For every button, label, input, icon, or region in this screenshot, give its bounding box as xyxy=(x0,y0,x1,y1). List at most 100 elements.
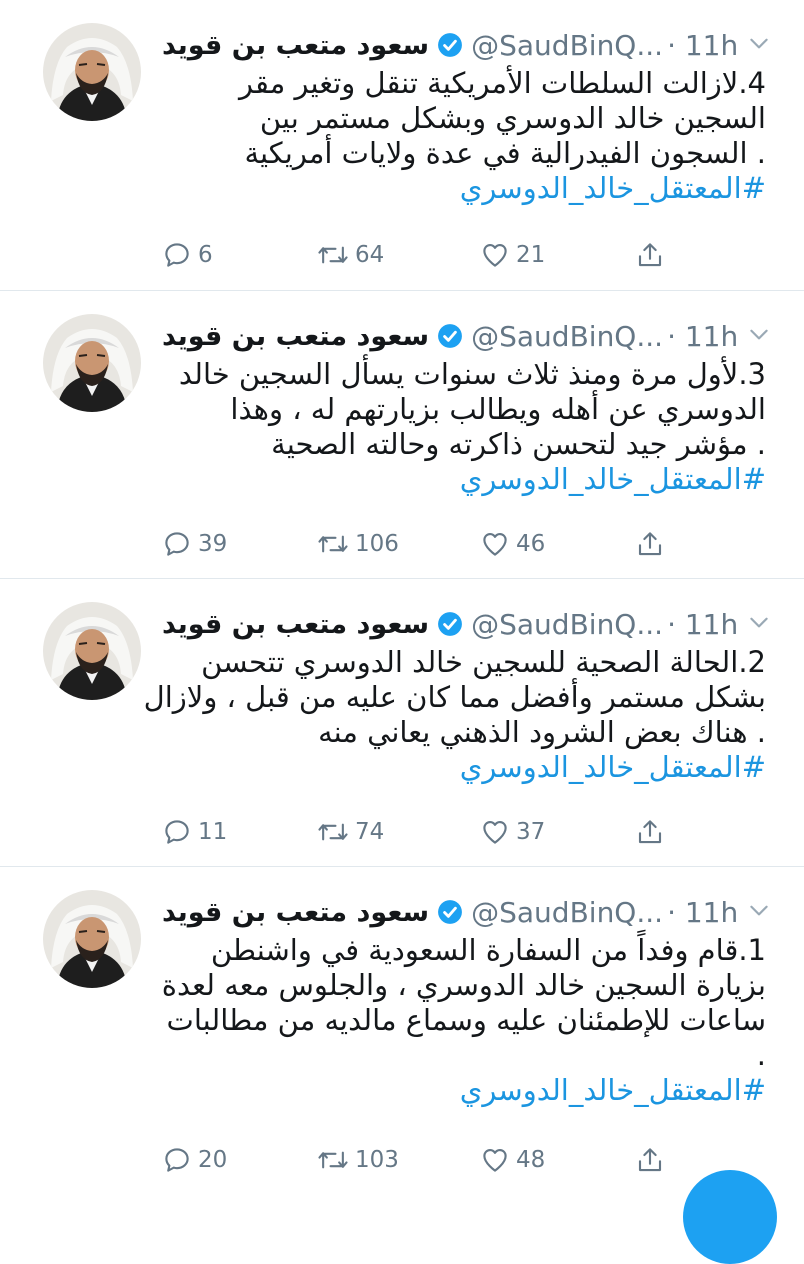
retweet-button[interactable]: 64 xyxy=(317,235,384,275)
heart-icon xyxy=(483,532,507,556)
hashtag-link[interactable]: #المعتقل_خالد_الدوسري xyxy=(162,750,766,785)
author-handle[interactable]: @SaudBinQ... xyxy=(471,608,663,641)
tweet-timestamp[interactable]: · 11h xyxy=(667,29,738,62)
tweet-text-line: 3.لأول مرة ومنذ ثلاث سنوات يسأل السجين خ… xyxy=(178,357,766,391)
reply-icon xyxy=(165,243,189,267)
verified-badge-icon xyxy=(438,33,463,57)
avatar[interactable] xyxy=(43,890,141,988)
retweet-button[interactable]: 103 xyxy=(317,1140,399,1180)
heart-icon xyxy=(483,1148,507,1172)
tweet-text-line: ساعات للإطمئنان عليه وسماع مالديه من مطا… xyxy=(166,1003,766,1037)
hashtag-link[interactable]: #المعتقل_خالد_الدوسري xyxy=(162,462,766,497)
avatar[interactable] xyxy=(43,314,141,412)
like-count: 21 xyxy=(516,242,546,268)
reply-icon xyxy=(165,532,189,556)
heart-icon xyxy=(483,820,507,844)
tweet-card[interactable]: سعود متعب بن قويد @SaudBinQ... · 11h 1.ق… xyxy=(0,867,804,1200)
chevron-down-icon[interactable] xyxy=(746,609,772,635)
like-button[interactable]: 21 xyxy=(480,235,545,275)
avatar-image xyxy=(43,314,141,412)
tweet-header: سعود متعب بن قويد @SaudBinQ... · 11h xyxy=(162,22,772,68)
share-icon xyxy=(638,532,662,556)
reply-button[interactable]: 20 xyxy=(162,1140,227,1180)
tweet-text-line: بزيارة السجين خالد الدوسري ، والجلوس معه… xyxy=(161,968,766,1002)
chevron-down-icon[interactable] xyxy=(746,321,772,347)
like-button[interactable]: 37 xyxy=(480,812,545,852)
tweet-text: 2.الحالة الصحية للسجين خالد الدوسري تتحس… xyxy=(143,645,766,785)
like-button[interactable]: 46 xyxy=(480,524,545,564)
author-handle[interactable]: @SaudBinQ... xyxy=(471,29,663,62)
reply-button[interactable]: 11 xyxy=(162,812,227,852)
retweet-icon xyxy=(318,535,348,553)
like-count: 37 xyxy=(516,819,546,845)
tweet-text-line: بشكل مستمر وأفضل مما كان عليه من قبل ، و… xyxy=(143,680,766,714)
avatar-image xyxy=(43,23,141,121)
tweet-text-line: السجين خالد الدوسري وبشكل مستمر بين xyxy=(259,101,766,135)
share-button[interactable] xyxy=(635,1140,665,1180)
hashtag-link[interactable]: #المعتقل_خالد_الدوسري xyxy=(162,171,766,206)
tweet-text: 4.لازالت السلطات الأمريكية تنقل وتغير مق… xyxy=(162,66,766,206)
verified-badge-icon xyxy=(438,900,463,924)
tweet-card[interactable]: سعود متعب بن قويد @SaudBinQ... · 11h 2.ا… xyxy=(0,579,804,867)
retweet-icon xyxy=(318,1151,348,1169)
share-button[interactable] xyxy=(635,812,665,852)
tweet-card[interactable]: سعود متعب بن قويد @SaudBinQ... · 11h 3.ل… xyxy=(0,291,804,579)
retweet-count: 74 xyxy=(355,819,385,845)
retweet-button[interactable]: 106 xyxy=(317,524,399,564)
share-icon xyxy=(638,243,662,267)
retweet-count: 106 xyxy=(355,531,399,557)
reply-button[interactable]: 6 xyxy=(162,235,213,275)
author-name[interactable]: سعود متعب بن قويد xyxy=(162,609,429,640)
tweet-actions: 6 64 21 xyxy=(162,235,682,275)
tweet-timestamp[interactable]: · 11h xyxy=(667,320,738,353)
tweet-header: سعود متعب بن قويد @SaudBinQ... · 11h xyxy=(162,601,772,647)
share-button[interactable] xyxy=(635,524,665,564)
chevron-down-icon[interactable] xyxy=(746,897,772,923)
reply-count: 39 xyxy=(198,531,228,557)
tweet-actions: 11 74 37 xyxy=(162,812,682,852)
tweet-text-line: . xyxy=(756,1038,766,1072)
chevron-down-icon[interactable] xyxy=(746,30,772,56)
tweet-timestamp[interactable]: · 11h xyxy=(667,608,738,641)
retweet-icon xyxy=(318,246,348,264)
tweet-text-line: 2.الحالة الصحية للسجين خالد الدوسري تتحس… xyxy=(201,645,766,679)
tweet-text: 1.قام وفداً من السفارة السعودية في واشنط… xyxy=(162,933,766,1108)
tweet-text-line: 4.لازالت السلطات الأمريكية تنقل وتغير مق… xyxy=(239,66,766,100)
retweet-button[interactable]: 74 xyxy=(317,812,384,852)
tweet-text-line: . السجون الفيدرالية في عدة ولايات أمريكي… xyxy=(244,136,766,170)
verified-badge-icon xyxy=(438,324,463,348)
share-icon xyxy=(638,1148,662,1172)
tweet-text-line: . مؤشر جيد لتحسن ذاكرته وحالته الصحية xyxy=(271,427,766,461)
reply-button[interactable]: 39 xyxy=(162,524,227,564)
reply-count: 6 xyxy=(198,242,213,268)
share-icon xyxy=(638,820,662,844)
reply-icon xyxy=(165,1148,189,1172)
hashtag-link[interactable]: #المعتقل_خالد_الدوسري xyxy=(162,1073,766,1108)
author-name[interactable]: سعود متعب بن قويد xyxy=(162,321,429,352)
author-name[interactable]: سعود متعب بن قويد xyxy=(162,897,429,928)
retweet-icon xyxy=(318,823,348,841)
like-button[interactable]: 48 xyxy=(480,1140,545,1180)
tweet-actions: 20 103 48 xyxy=(162,1140,682,1180)
avatar[interactable] xyxy=(43,23,141,121)
reply-count: 11 xyxy=(198,819,228,845)
heart-icon xyxy=(483,243,507,267)
tweet-text: 3.لأول مرة ومنذ ثلاث سنوات يسأل السجين خ… xyxy=(162,357,766,497)
tweet-header: سعود متعب بن قويد @SaudBinQ... · 11h xyxy=(162,313,772,359)
avatar-image xyxy=(43,890,141,988)
author-name[interactable]: سعود متعب بن قويد xyxy=(162,30,429,61)
tweet-text-line: الدوسري عن أهله ويطالب بزيارتهم له ، وهذ… xyxy=(230,392,766,426)
avatar-image xyxy=(43,602,141,700)
tweet-actions: 39 106 46 xyxy=(162,524,682,564)
like-count: 46 xyxy=(516,531,546,557)
share-button[interactable] xyxy=(635,235,665,275)
tweet-card[interactable]: سعود متعب بن قويد @SaudBinQ... · 11h 4.ل… xyxy=(0,0,804,291)
tweet-text-line: . هناك بعض الشرود الذهني يعاني منه xyxy=(318,715,766,749)
author-handle[interactable]: @SaudBinQ... xyxy=(471,320,663,353)
author-handle[interactable]: @SaudBinQ... xyxy=(471,896,663,929)
tweet-header: سعود متعب بن قويد @SaudBinQ... · 11h xyxy=(162,889,772,935)
tweet-timestamp[interactable]: · 11h xyxy=(667,896,738,929)
avatar[interactable] xyxy=(43,602,141,700)
compose-tweet-button[interactable] xyxy=(683,1170,777,1264)
retweet-count: 103 xyxy=(355,1147,399,1173)
